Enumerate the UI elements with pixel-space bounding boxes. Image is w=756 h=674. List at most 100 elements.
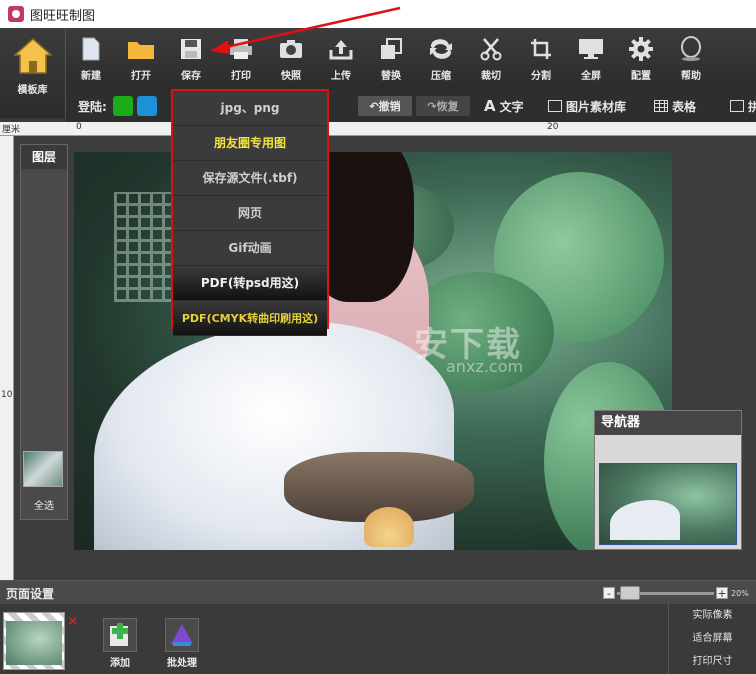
- settings-button[interactable]: 配置: [616, 28, 666, 90]
- print-size-option[interactable]: 打印尺寸: [669, 650, 756, 673]
- redo-button[interactable]: ↷ 恢复: [416, 96, 470, 116]
- horizontal-ruler: 厘米 0 10 20: [0, 122, 756, 136]
- add-page-label: 添加: [110, 658, 130, 669]
- pages-panel: ✕ 添加 批处理: [0, 604, 756, 674]
- menu-item-gif[interactable]: Gif动画: [173, 231, 327, 266]
- undo-icon: ↶: [369, 99, 379, 113]
- menu-item-tbf[interactable]: 保存源文件(.tbf): [173, 161, 327, 196]
- fullscreen-button[interactable]: 全屏: [566, 28, 616, 90]
- zoom-value: 20%: [731, 589, 749, 598]
- login-label: 登陆:: [78, 99, 107, 114]
- text-label: 文字: [499, 99, 524, 114]
- redo-icon: ↷: [427, 99, 437, 113]
- cut-label: 裁切: [481, 71, 501, 82]
- material-library-label: 图片素材库: [566, 99, 627, 114]
- open-label: 打开: [131, 71, 151, 82]
- table-button[interactable]: 表格: [654, 90, 696, 122]
- ruler-unit-label: 厘米: [2, 125, 21, 135]
- folder-icon: [127, 36, 155, 62]
- page-settings-bar: 页面设置 - + 20%: [0, 580, 756, 604]
- template-library-button[interactable]: 模板库: [0, 28, 66, 118]
- table-icon: [654, 100, 668, 112]
- split-label: 分割: [531, 71, 551, 82]
- qq-login-icon[interactable]: [136, 96, 157, 116]
- fit-screen-option[interactable]: 适合屏幕: [669, 627, 756, 650]
- ruler-label-0: 0: [76, 122, 82, 132]
- text-button[interactable]: A 文字: [484, 90, 524, 122]
- layers-title: 图层: [21, 145, 67, 169]
- layer-thumbnail[interactable]: [23, 451, 63, 487]
- wechat-login-icon[interactable]: [112, 96, 133, 116]
- compress-icon: [427, 36, 455, 62]
- zoom-out-button[interactable]: -: [603, 587, 615, 599]
- photo-lotus: [364, 507, 414, 547]
- snapshot-label: 快照: [281, 71, 301, 82]
- menu-item-pdf[interactable]: PDF(转psd用这): [173, 266, 327, 301]
- new-button[interactable]: 新建: [66, 28, 116, 90]
- gear-icon: [627, 36, 655, 62]
- navigator-panel: 导航器: [594, 410, 742, 550]
- vruler-label-10: 10: [1, 390, 13, 400]
- batch-process-label: 批处理: [167, 658, 197, 669]
- zoom-in-button[interactable]: +: [716, 587, 728, 599]
- split-button[interactable]: 分割: [516, 28, 566, 90]
- fullscreen-label: 全屏: [581, 71, 601, 82]
- select-all-button[interactable]: 全选: [21, 497, 67, 512]
- window-title: 图旺旺制图: [30, 8, 96, 24]
- monitor-icon: [577, 36, 605, 62]
- app-logo-icon: [8, 6, 24, 22]
- layers-panel: 图层 全选: [20, 144, 68, 520]
- compress-button[interactable]: 压缩: [416, 28, 466, 90]
- add-page-icon: [103, 618, 137, 652]
- upload-label: 上传: [331, 71, 351, 82]
- secondary-toolbar: 登陆: ↶ 撤销 ↷ 恢复 A 文字 图片素材库 表格 拼: [66, 90, 756, 122]
- ruler-label-20: 20: [547, 122, 559, 132]
- navigator-thumb-figure: [610, 500, 680, 540]
- collage-label: 拼: [748, 99, 756, 114]
- redo-label: 恢复: [436, 100, 459, 113]
- menu-item-webpage[interactable]: 网页: [173, 196, 327, 231]
- compress-label: 压缩: [431, 71, 451, 82]
- template-library-label: 模板库: [17, 85, 48, 96]
- print-label: 打印: [231, 71, 251, 82]
- crop-icon: [527, 36, 555, 62]
- zoom-slider-handle[interactable]: [620, 586, 640, 600]
- table-label: 表格: [672, 99, 697, 114]
- settings-label: 配置: [631, 71, 651, 82]
- help-icon: [677, 36, 705, 62]
- vertical-ruler: 10: [0, 136, 14, 580]
- replace-label: 替换: [381, 71, 401, 82]
- navigator-thumbnail[interactable]: [599, 463, 737, 545]
- batch-process-icon: [165, 618, 199, 652]
- image-icon: [548, 100, 562, 112]
- actual-pixels-option[interactable]: 实际像素: [669, 604, 756, 627]
- add-page-button[interactable]: 添加: [102, 618, 138, 669]
- save-label: 保存: [181, 71, 201, 82]
- menu-item-jpg-png[interactable]: jpg、png: [173, 91, 327, 126]
- view-size-options: 实际像素 适合屏幕 打印尺寸: [668, 604, 756, 674]
- navigator-title: 导航器: [595, 411, 741, 435]
- undo-button[interactable]: ↶ 撤销: [358, 96, 412, 116]
- batch-process-button[interactable]: 批处理: [162, 618, 202, 669]
- material-library-button[interactable]: 图片素材库: [548, 90, 626, 122]
- watermark-url: anxz.com: [446, 357, 524, 376]
- collage-icon: [730, 100, 744, 112]
- menu-item-pdf-cmyk[interactable]: PDF(CMYK转曲印刷用这): [173, 301, 327, 336]
- open-button[interactable]: 打开: [116, 28, 166, 90]
- menu-item-moments[interactable]: 朋友圈专用图: [173, 126, 327, 161]
- page-thumbnail[interactable]: [3, 612, 65, 670]
- undo-label: 撤销: [378, 100, 401, 113]
- close-icon[interactable]: ✕: [67, 614, 79, 630]
- cut-button[interactable]: 裁切: [466, 28, 516, 90]
- help-button[interactable]: 帮助: [666, 28, 716, 90]
- scissors-icon: [477, 36, 505, 62]
- save-format-menu: jpg、png 朋友圈专用图 保存源文件(.tbf) 网页 Gif动画 PDF(…: [171, 89, 329, 336]
- help-label: 帮助: [681, 71, 701, 82]
- text-icon: A: [484, 97, 496, 115]
- canvas-photo[interactable]: 安下载 anxz.com: [74, 152, 672, 550]
- collage-button[interactable]: 拼: [730, 90, 756, 122]
- new-label: 新建: [81, 71, 101, 82]
- page-settings-label[interactable]: 页面设置: [6, 585, 54, 602]
- new-file-icon: [77, 36, 105, 62]
- annotation-arrow: [210, 6, 401, 54]
